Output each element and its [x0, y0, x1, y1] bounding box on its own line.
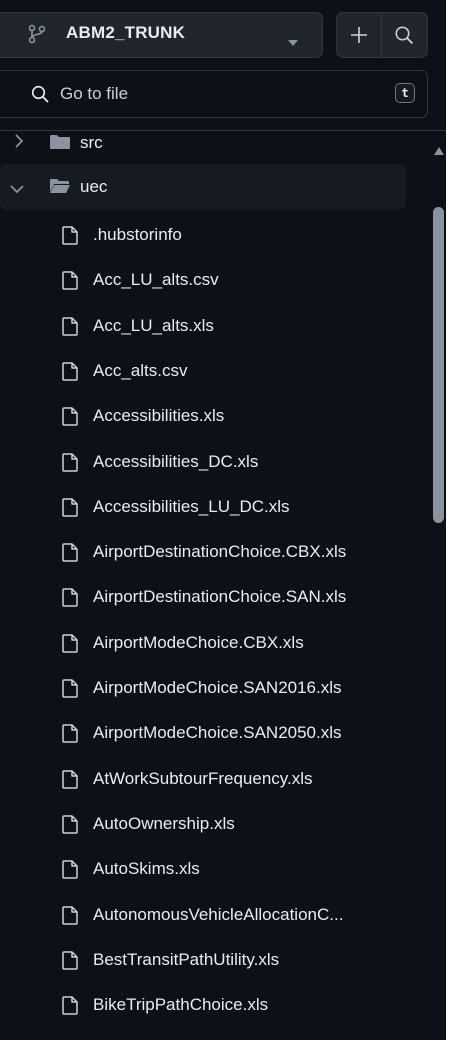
file-icon — [62, 679, 78, 703]
tree-item-label: src — [80, 133, 103, 152]
tree-item-label: AutoSkims.xls — [93, 859, 200, 879]
file-icon — [62, 452, 78, 477]
tree-file-row[interactable]: AutoOwnership.xls — [0, 801, 406, 847]
file-icon — [62, 815, 78, 839]
tree-folder-uec[interactable]: uec — [0, 164, 406, 210]
git-branch-icon — [28, 24, 46, 49]
tree-item-label: Accessibilities_LU_DC.xls — [93, 496, 290, 516]
file-icon — [62, 860, 78, 884]
tree-file-row[interactable]: BikeTripPathChoice.xls — [0, 982, 406, 1028]
tree-file-row[interactable]: Acc_LU_alts.csv — [0, 257, 406, 303]
scrollbar-thumb[interactable] — [433, 207, 444, 523]
folder-icon — [49, 134, 71, 155]
plus-icon — [351, 27, 367, 43]
scroll-up-arrow-icon[interactable] — [434, 142, 444, 160]
tree-folder-src[interactable]: src — [0, 120, 406, 166]
file-icon — [62, 951, 78, 975]
file-icon — [62, 996, 78, 1020]
search-icon — [31, 85, 49, 108]
folder-open-icon — [49, 178, 71, 199]
tree-item-label: .hubstorinfo — [93, 225, 182, 244]
tree-file-row[interactable]: AirportModeChoice.SAN2050.xls — [0, 710, 406, 756]
tree-file-row[interactable]: .hubstorinfo — [0, 212, 406, 258]
file-icon — [62, 407, 78, 431]
tree-item-label: uec — [80, 177, 108, 196]
file-icon — [62, 769, 78, 794]
file-tree-header: ABM2_TRUNK t — [0, 0, 446, 131]
file-tree-panel: ABM2_TRUNK t — [0, 0, 446, 1040]
chevron-down-icon — [10, 181, 24, 199]
tree-item-label: AirportModeChoice.SAN2016.xls — [93, 678, 342, 697]
file-icon — [62, 543, 78, 567]
tree-item-label: Acc_LU_alts.xls — [93, 315, 214, 335]
search-code-button[interactable] — [382, 13, 427, 57]
file-icon — [62, 588, 78, 612]
tree-file-row[interactable]: AtWorkSubtourFrequency.xls — [0, 756, 406, 802]
tree-file-row[interactable]: AirportModeChoice.CBX.xls — [0, 620, 406, 666]
file-icon — [62, 905, 78, 930]
file-icon — [62, 226, 78, 250]
tree-item-label: AirportDestinationChoice.SAN.xls — [93, 587, 347, 607]
file-icon — [62, 362, 78, 386]
go-to-file-input[interactable] — [60, 79, 380, 109]
tree-item-label: Accessibilities.xls — [93, 406, 225, 426]
tree-item-label: AutoOwnership.xls — [93, 813, 235, 833]
tree-file-row[interactable]: AirportDestinationChoice.SAN.xls — [0, 574, 406, 620]
tree-file-row[interactable]: Accessibilities_DC.xls — [0, 439, 406, 485]
tree-item-label: BikeTripPathChoice.xls — [93, 995, 269, 1015]
file-icon — [62, 316, 78, 341]
tree-item-label: Acc_alts.csv — [93, 360, 188, 380]
file-tree: src uec .hubstorinfo Acc_LU_alts.csv Acc_L… — [0, 120, 430, 1040]
tree-file-row[interactable]: Accessibilities_LU_DC.xls — [0, 484, 406, 530]
add-file-button[interactable] — [337, 13, 381, 57]
keyboard-shortcut-hint: t — [395, 83, 415, 103]
tree-file-row[interactable]: AutoSkims.xls — [0, 846, 406, 892]
caret-down-icon — [288, 33, 298, 51]
file-icon — [62, 633, 78, 658]
file-icon — [62, 724, 78, 748]
tree-item-label: BestTransitPathUtility.xls — [93, 949, 280, 969]
tree-file-row[interactable]: Acc_alts.csv — [0, 348, 406, 394]
chevron-right-icon — [14, 134, 24, 153]
tree-item-label: AirportModeChoice.SAN2050.xls — [93, 723, 342, 743]
search-icon — [395, 26, 414, 45]
tree-item-label: AirportDestinationChoice.CBX.xls — [93, 542, 347, 562]
tree-file-row[interactable]: BestTransitPathUtility.xls — [0, 937, 406, 983]
file-icon — [62, 498, 78, 522]
tree-item-label: Accessibilities_DC.xls — [93, 451, 259, 471]
tree-file-row[interactable]: Acc_LU_alts.xls — [0, 303, 406, 349]
tree-file-row[interactable]: AutonomousVehicleAllocationC... — [0, 892, 406, 938]
tree-file-row[interactable]: AirportModeChoice.SAN2016.xls — [0, 665, 406, 711]
tree-item-label: AirportModeChoice.CBX.xls — [93, 632, 304, 652]
tree-file-row[interactable]: AirportDestinationChoice.CBX.xls — [0, 529, 406, 575]
file-icon — [62, 271, 78, 295]
tree-file-row[interactable]: Accessibilities.xls — [0, 393, 406, 439]
tree-item-label: AutonomousVehicleAllocationC... — [93, 904, 344, 924]
tree-item-label: AtWorkSubtourFrequency.xls — [93, 768, 313, 788]
tree-item-label: Acc_LU_alts.csv — [93, 270, 219, 290]
branch-name: ABM2_TRUNK — [66, 23, 186, 42]
